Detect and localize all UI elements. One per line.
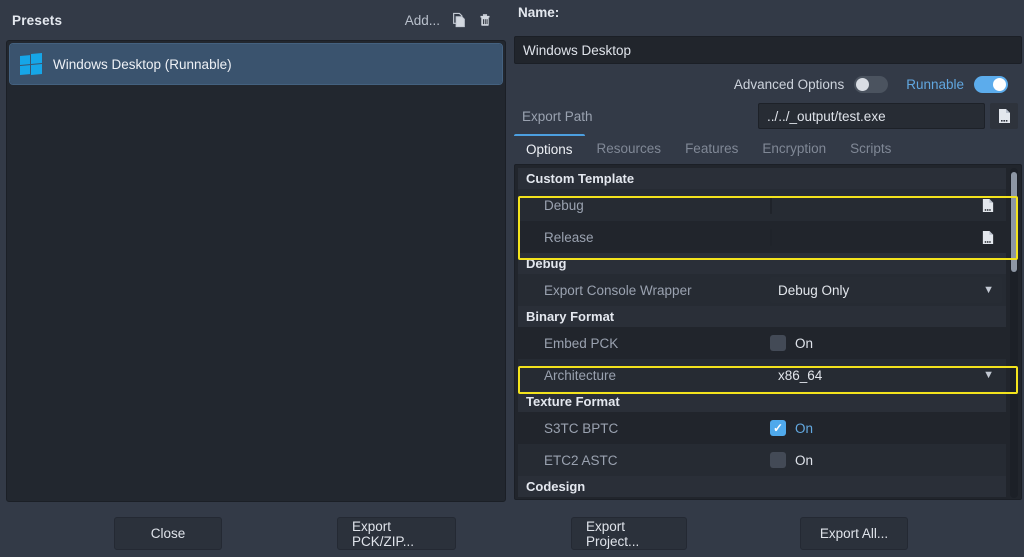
options-list: Custom Template Debug — [518, 168, 1006, 497]
dropdown-value: x86_64 — [778, 368, 822, 383]
option-row-release-template[interactable]: Release — [518, 221, 1006, 253]
option-value-export-console-wrapper: Debug Only ▼ — [770, 277, 1002, 303]
tab-options[interactable]: Options — [514, 134, 585, 162]
close-button[interactable]: Close — [114, 517, 222, 550]
preset-list-item[interactable]: Windows Desktop (Runnable) — [10, 44, 502, 84]
section-header-debug: Debug — [518, 253, 1006, 274]
s3tc-bptc-value: On — [795, 421, 813, 436]
option-label-release: Release — [544, 230, 594, 245]
section-header-binary-format: Binary Format — [518, 306, 1006, 327]
etc2-astc-checkbox[interactable] — [770, 452, 786, 468]
options-scroll-area[interactable]: Custom Template Debug — [514, 164, 1022, 500]
option-label-export-console-wrapper: Export Console Wrapper — [544, 283, 692, 298]
add-preset-button[interactable]: Add... — [399, 11, 446, 30]
embed-pck-value: On — [795, 336, 813, 351]
chevron-down-icon: ▼ — [983, 369, 994, 381]
option-value-architecture: x86_64 ▼ — [770, 362, 1002, 388]
check-icon: ✓ — [773, 422, 783, 434]
tab-scripts[interactable]: Scripts — [838, 134, 903, 162]
windows-logo-icon — [20, 53, 42, 76]
options-scrollbar-thumb[interactable] — [1011, 172, 1017, 272]
option-label-etc2-astc: ETC2 ASTC — [544, 453, 618, 468]
runnable-label: Runnable — [906, 77, 964, 92]
export-path-label: Export Path — [522, 109, 593, 124]
runnable-toggle[interactable] — [974, 76, 1008, 93]
option-row-architecture[interactable]: Architecture x86_64 ▼ — [518, 359, 1006, 391]
export-all-button[interactable]: Export All... — [800, 517, 908, 550]
option-row-debug-template[interactable]: Debug — [518, 189, 1006, 221]
dialog-footer: Close Export PCK/ZIP... Export Project..… — [0, 510, 1024, 557]
option-row-export-console-wrapper[interactable]: Export Console Wrapper Debug Only ▼ — [518, 274, 1006, 306]
etc2-astc-value: On — [795, 453, 813, 468]
dropdown-value: Debug Only — [778, 283, 849, 298]
tab-features[interactable]: Features — [673, 134, 750, 162]
preset-name-input[interactable]: Windows Desktop — [514, 36, 1022, 64]
option-label-s3tc-bptc: S3TC BPTC — [544, 421, 618, 436]
toggles-row: Advanced Options Runnable — [512, 72, 1024, 96]
debug-template-input[interactable] — [770, 197, 772, 214]
option-value-s3tc-bptc: ✓ On — [770, 420, 1002, 436]
tab-bar: Options Resources Features Encryption Sc… — [514, 134, 1022, 162]
option-label-debug: Debug — [544, 198, 584, 213]
tab-encryption[interactable]: Encryption — [750, 134, 838, 162]
export-pck-zip-button[interactable]: Export PCK/ZIP... — [337, 517, 456, 550]
section-header-codesign: Codesign — [518, 476, 1006, 497]
embed-pck-checkbox[interactable] — [770, 335, 786, 351]
advanced-options-toggle[interactable] — [854, 76, 888, 93]
option-value-etc2-astc: On — [770, 452, 1002, 468]
export-path-row: Export Path ../../_output/test.exe — [512, 100, 1024, 132]
file-browse-icon[interactable] — [976, 193, 1000, 217]
option-label-embed-pck: Embed PCK — [544, 336, 618, 351]
preset-item-label: Windows Desktop (Runnable) — [53, 57, 232, 72]
duplicate-icon[interactable] — [446, 8, 472, 32]
options-scrollbar[interactable] — [1010, 168, 1018, 498]
export-console-wrapper-dropdown[interactable]: Debug Only ▼ — [770, 277, 1002, 303]
file-browse-icon[interactable] — [990, 103, 1018, 129]
name-label: Name: — [518, 5, 559, 20]
chevron-down-icon: ▼ — [983, 284, 994, 296]
s3tc-bptc-checkbox[interactable]: ✓ — [770, 420, 786, 436]
preset-details-panel: Name: Windows Desktop Advanced Options R… — [512, 0, 1024, 510]
presets-title: Presets — [12, 13, 62, 28]
section-header-texture-format: Texture Format — [518, 391, 1006, 412]
advanced-options-label: Advanced Options — [734, 77, 844, 92]
option-row-s3tc-bptc[interactable]: S3TC BPTC ✓ On — [518, 412, 1006, 444]
option-value-debug — [770, 198, 1002, 213]
export-project-button[interactable]: Export Project... — [571, 517, 687, 550]
presets-panel: Presets Add... Windows Desk — [0, 0, 512, 510]
trash-icon[interactable] — [472, 8, 498, 32]
option-row-etc2-astc[interactable]: ETC2 ASTC On — [518, 444, 1006, 476]
export-path-input[interactable]: ../../_output/test.exe — [758, 103, 985, 129]
option-value-embed-pck: On — [770, 335, 1002, 351]
architecture-dropdown[interactable]: x86_64 ▼ — [770, 362, 1002, 388]
option-label-architecture: Architecture — [544, 368, 616, 383]
tab-resources[interactable]: Resources — [585, 134, 674, 162]
file-browse-icon[interactable] — [976, 225, 1000, 249]
preset-list[interactable]: Windows Desktop (Runnable) — [6, 40, 506, 502]
option-value-release — [770, 230, 1002, 245]
release-template-input[interactable] — [770, 229, 772, 246]
section-header-custom-template: Custom Template — [518, 168, 1006, 189]
option-row-embed-pck[interactable]: Embed PCK On — [518, 327, 1006, 359]
presets-header: Presets Add... — [0, 0, 512, 40]
